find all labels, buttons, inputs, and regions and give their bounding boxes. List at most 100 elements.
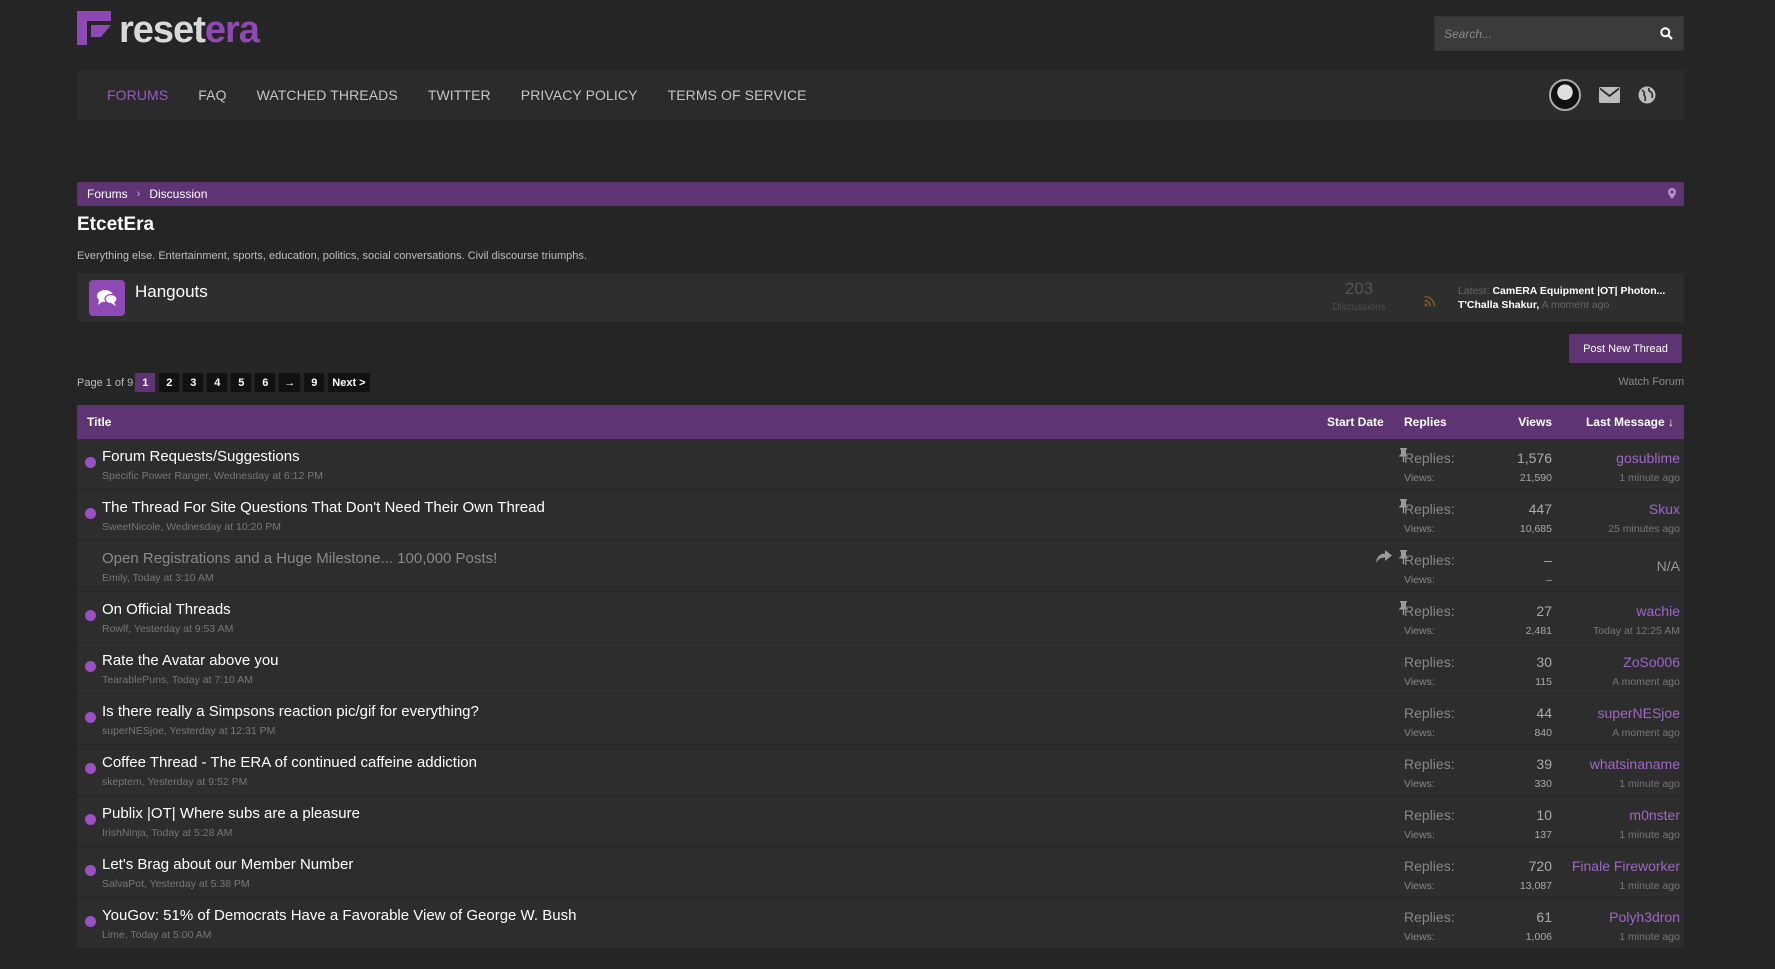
thread-title[interactable]: Let's Brag about our Member Number [102,856,353,873]
page-link-2[interactable]: 2 [159,373,180,392]
last-poster-link[interactable]: m0nster [1629,807,1680,823]
views-label: Views: [1404,829,1435,841]
nav-faq[interactable]: FAQ [198,87,226,103]
col-title[interactable]: Title [87,415,111,429]
thread-title[interactable]: Coffee Thread - The ERA of continued caf… [102,754,477,771]
nav-terms-of-service[interactable]: TERMS OF SERVICE [668,87,807,103]
thread-title[interactable]: Rate the Avatar above you [102,652,279,669]
unread-dot-icon[interactable] [85,712,96,723]
page-jump-arrow[interactable]: → [279,373,301,392]
search-box [1434,16,1684,51]
subforum-name[interactable]: Hangouts [135,282,208,302]
last-poster-link[interactable]: wachie [1636,603,1680,619]
thread-row: Rate the Avatar above you TearablePuns, … [77,643,1684,694]
page-link-5[interactable]: 5 [231,373,252,392]
resetera-logo-icon [77,11,111,45]
thread-title[interactable]: Forum Requests/Suggestions [102,448,300,465]
views-count: 21,590 [1519,472,1552,484]
views-label: Views: [1404,727,1435,739]
col-start-date[interactable]: Start Date [1327,415,1384,429]
last-post-time[interactable]: A moment ago [1612,676,1680,688]
page-link-1[interactable]: 1 [135,373,156,392]
views-label: Views: [1404,523,1435,535]
unread-dot-icon[interactable] [85,763,96,774]
last-post-time[interactable]: 1 minute ago [1619,472,1680,484]
views-label: Views: [1404,676,1435,688]
post-new-thread-button[interactable]: Post New Thread [1569,334,1682,363]
last-post-time[interactable]: 1 minute ago [1619,778,1680,790]
views-label: Views: [1404,472,1435,484]
views-label: Views: [1404,778,1435,790]
replies-count: 61 [1536,909,1552,925]
col-replies[interactable]: Replies [1404,415,1447,429]
thread-title[interactable]: On Official Threads [102,601,231,618]
site-name-part2: era [204,9,260,51]
nav-privacy-policy[interactable]: PRIVACY POLICY [521,87,638,103]
last-poster-link[interactable]: ZoSo006 [1623,654,1680,670]
last-poster-link[interactable]: whatsinaname [1590,756,1680,772]
replies-count: 30 [1536,654,1552,670]
replies-label: Replies: [1404,501,1455,517]
latest-user-link[interactable]: T'Challa Shakur, [1458,299,1539,311]
col-last-message[interactable]: Last Message ↓ [1586,415,1674,429]
last-poster-link[interactable]: N/A [1657,558,1680,574]
next-page-link[interactable]: Next > [328,373,370,392]
page-link-4[interactable]: 4 [207,373,228,392]
last-poster-link[interactable]: Finale Fireworker [1572,858,1680,874]
inbox-envelope-icon[interactable] [1599,87,1620,103]
thread-status-icons [1349,448,1409,462]
breadcrumb-forums[interactable]: Forums [87,187,128,201]
unread-dot-icon[interactable] [85,865,96,876]
nav-watched-threads[interactable]: WATCHED THREADS [257,87,398,103]
thread-title[interactable]: Open Registrations and a Huge Milestone.… [102,550,497,567]
subforum-latest: Latest: CamERA Equipment |OT| Photon... … [1458,284,1665,312]
last-poster-link[interactable]: Polyh3dron [1609,909,1680,925]
search-input[interactable] [1435,17,1649,50]
nav-forums[interactable]: FORUMS [107,87,168,103]
last-post-time[interactable]: Today at 12:25 AM [1593,625,1680,637]
subforum-discussion-label: Discussions [1332,302,1386,313]
page-link-6[interactable]: 6 [255,373,276,392]
unread-dot-icon[interactable] [85,457,96,468]
thread-title[interactable]: Publix |OT| Where subs are a pleasure [102,805,360,822]
unread-dot-icon[interactable] [85,610,96,621]
last-post-time[interactable]: 25 minutes ago [1608,523,1680,535]
latest-thread-link[interactable]: CamERA Equipment |OT| Photon... [1492,285,1665,297]
last-poster-link[interactable]: superNESjoe [1598,705,1681,721]
replies-label: Replies: [1404,705,1455,721]
replies-label: Replies: [1404,552,1455,568]
page-link-9[interactable]: 9 [304,373,325,392]
thread-title[interactable]: YouGov: 51% of Democrats Have a Favorabl… [102,907,576,924]
views-count: 840 [1534,727,1552,739]
views-count: 115 [1535,676,1552,688]
thread-title[interactable]: The Thread For Site Questions That Don't… [102,499,545,516]
thread-list: Forum Requests/Suggestions Specific Powe… [77,439,1684,949]
replies-label: Replies: [1404,858,1455,874]
last-poster-link[interactable]: Skux [1649,501,1680,517]
search-button[interactable] [1649,17,1683,50]
last-post-time[interactable]: 1 minute ago [1619,931,1680,943]
unread-dot-icon[interactable] [85,661,96,672]
last-post-time[interactable]: 1 minute ago [1619,829,1680,841]
rss-feed-icon[interactable] [1424,295,1436,307]
last-post-time[interactable]: A moment ago [1612,727,1680,739]
last-post-time[interactable]: 1 minute ago [1619,880,1680,892]
col-views[interactable]: Views [1491,415,1552,429]
alerts-globe-icon[interactable] [1638,86,1656,104]
latest-label: Latest: [1458,285,1490,297]
breadcrumb-discussion[interactable]: Discussion [149,187,207,201]
unread-dot-icon[interactable] [85,508,96,519]
thread-title[interactable]: Is there really a Simpsons reaction pic/… [102,703,479,720]
unread-dot-icon[interactable] [85,814,96,825]
site-logo[interactable]: resetera [77,9,260,51]
replies-label: Replies: [1404,450,1455,466]
nav-twitter[interactable]: TWITTER [428,87,491,103]
thread-status-icons [1349,550,1409,564]
unread-dot-icon[interactable] [85,916,96,927]
last-poster-link[interactable]: gosublime [1616,450,1680,466]
thread-meta: Emily, Today at 3:10 AM [102,572,214,584]
page-link-3[interactable]: 3 [183,373,204,392]
user-avatar[interactable] [1549,79,1581,111]
location-pin-icon[interactable] [1668,188,1676,199]
views-label: Views: [1404,880,1435,892]
